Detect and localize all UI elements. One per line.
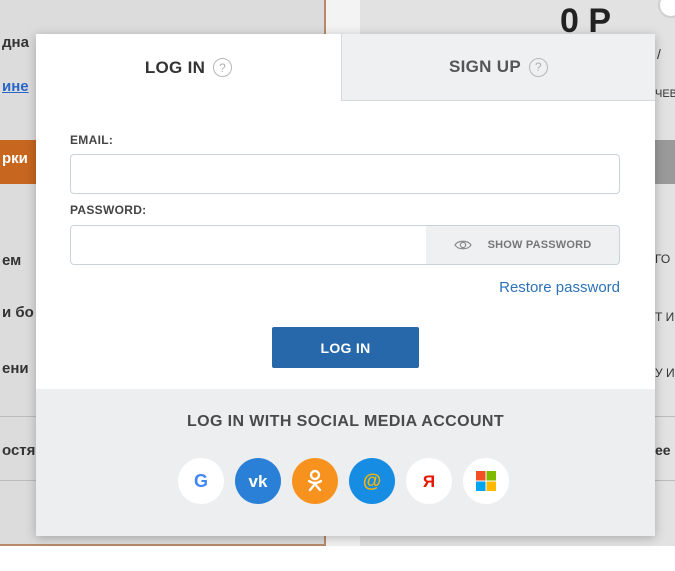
tab-sign-up[interactable]: SIGN UP ? [341,34,655,101]
microsoft-login-button[interactable] [463,458,509,504]
background-link: ине [2,78,29,95]
background-text: дна [2,34,29,51]
background-divider [0,480,36,481]
background-text: ени [2,360,29,377]
social-login-title: LOG IN WITH SOCIAL MEDIA ACCOUNT [186,413,505,430]
ok-icon [307,469,323,492]
restore-password-link[interactable]: Restore password [499,279,620,296]
vk-icon: vk [249,472,268,490]
background-gray-button [655,140,675,184]
background-text: остя [2,442,36,459]
mail-at-icon: @ [363,471,382,492]
background-text: / [657,46,661,62]
social-buttons: G vk @ Я [178,458,514,504]
show-password-label: SHOW PASSWORD [487,239,592,251]
svg-text:Я: Я [423,472,435,491]
odnoklassniki-login-button[interactable] [292,458,338,504]
social-login-section: LOG IN WITH SOCIAL MEDIA ACCOUNT G vk @ … [36,389,655,536]
log-in-button[interactable]: LOG IN [272,327,419,368]
google-icon: G [194,471,208,491]
tab-log-in-label: LOG IN [144,57,206,77]
background-divider [0,416,36,417]
background-text: Т И [655,310,675,324]
password-field[interactable] [70,225,427,265]
yandex-icon: Я [423,472,435,491]
help-icon[interactable]: ? [529,57,548,77]
background-text: и бо [2,304,34,321]
background-bottom-strip [0,546,675,571]
password-label: PASSWORD: [70,203,147,217]
show-password-button[interactable]: SHOW PASSWORD [426,225,620,265]
email-label: EMAIL: [70,133,114,147]
login-modal: LOG IN ? SIGN UP ? EMAIL: PASSWORD: SHOW… [36,34,655,536]
background-text: ем [2,252,22,269]
background-divider [655,416,675,417]
yandex-login-button[interactable]: Я [406,458,452,504]
google-login-button[interactable]: G [178,458,224,504]
mail-login-button[interactable]: @ [349,458,395,504]
background-text: У И [655,366,675,380]
help-icon[interactable]: ? [213,58,233,77]
background-text: ЧЕВ [655,88,675,100]
auth-tabs: LOG IN ? SIGN UP ? [36,34,655,101]
svg-text:vk: vk [249,472,268,490]
background-text: ее [655,442,671,458]
svg-text:@: @ [363,471,382,492]
eye-icon [453,240,472,250]
microsoft-icon [476,471,496,491]
tab-sign-up-label: SIGN UP [448,57,521,76]
background-button-text: рки [2,150,28,167]
background-text: ГО [655,252,671,266]
background-divider [655,480,675,481]
tab-log-in[interactable]: LOG IN ? [36,34,341,101]
vk-login-button[interactable]: vk [235,458,281,504]
svg-text:G: G [194,471,208,491]
email-field[interactable] [70,154,620,194]
